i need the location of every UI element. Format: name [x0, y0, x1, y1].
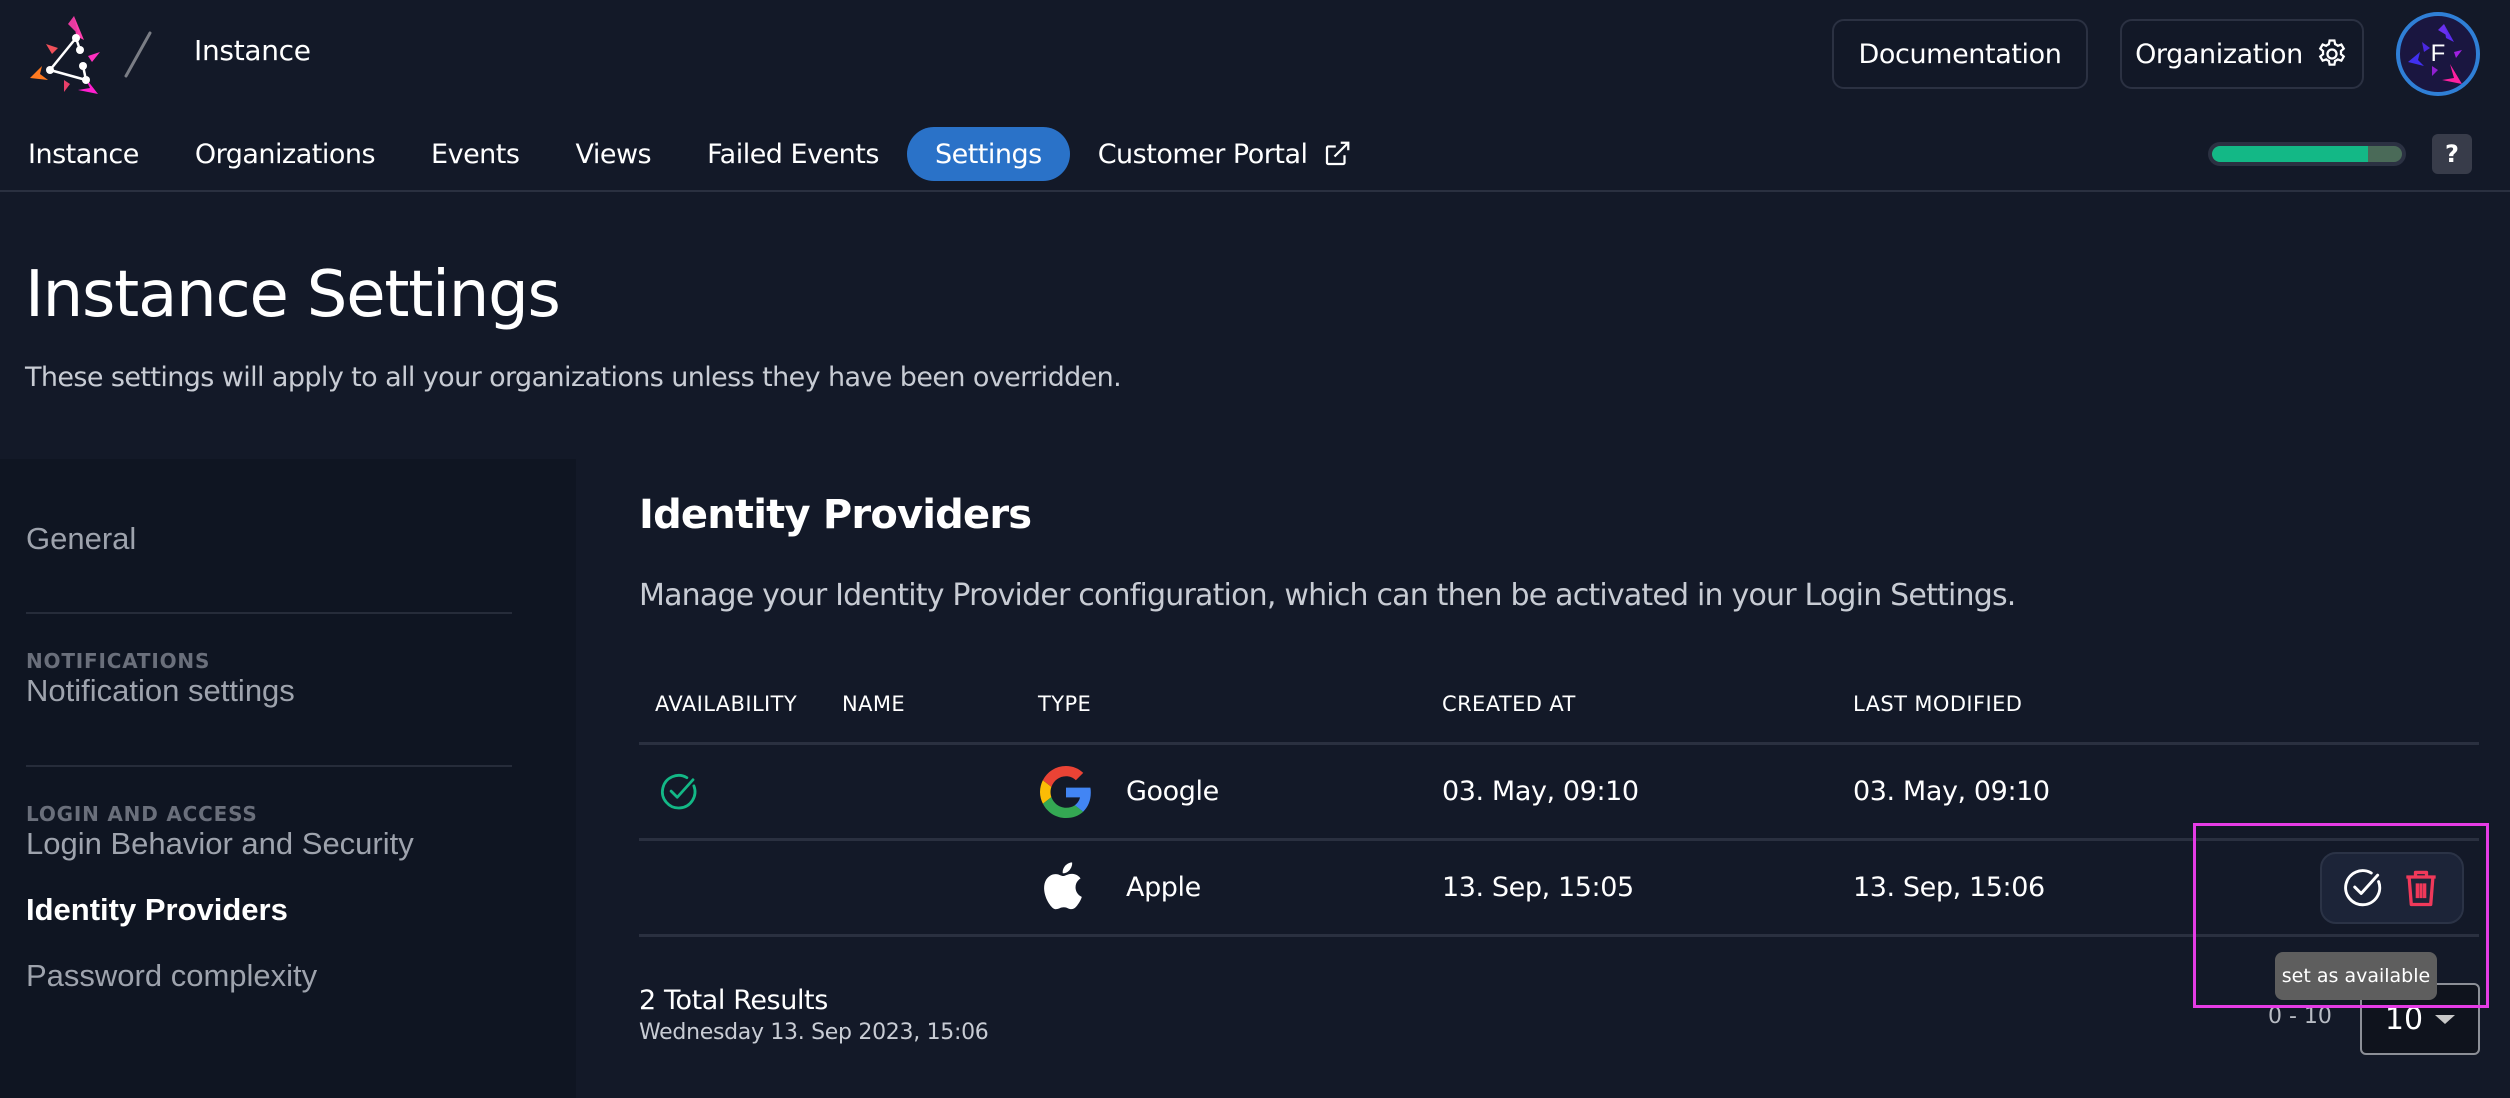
- column-header-name[interactable]: NAME: [842, 692, 905, 716]
- nav-label: Views: [575, 138, 652, 170]
- main-nav: Instance Organizations Events Views Fail…: [0, 126, 1380, 182]
- page-size-value: 10: [2384, 1001, 2424, 1037]
- results-timestamp: Wednesday 13. Sep 2023, 15:06: [639, 1020, 989, 1045]
- sidebar-divider: [26, 612, 512, 614]
- top-header: Instance Documentation Organization F In…: [0, 0, 2510, 192]
- column-header-created-at[interactable]: CREATED AT: [1442, 692, 1576, 716]
- table-row-divider: [639, 838, 2479, 841]
- breadcrumb-instance[interactable]: Instance: [194, 34, 311, 67]
- nav-views[interactable]: Views: [547, 127, 679, 181]
- nav-label: Customer Portal: [1097, 138, 1308, 170]
- available-check-icon: [661, 774, 697, 810]
- nav-settings[interactable]: Settings: [906, 127, 1070, 181]
- sidebar-item-notification-settings[interactable]: Notification settings: [26, 673, 295, 709]
- organization-button[interactable]: Organization: [2120, 19, 2364, 89]
- last-modified: 13. Sep, 15:06: [1853, 872, 2045, 903]
- section-description: Manage your Identity Provider configurat…: [639, 578, 2016, 613]
- tooltip: set as available: [2275, 952, 2437, 1000]
- page-subtitle: These settings will apply to all your or…: [25, 362, 1122, 393]
- row-actions: [2320, 852, 2464, 924]
- sidebar-item-login-behavior[interactable]: Login Behavior and Security: [26, 826, 414, 862]
- sidebar-item-general[interactable]: General: [26, 521, 136, 557]
- gear-icon: [2318, 39, 2346, 66]
- total-results: 2 Total Results: [639, 985, 828, 1016]
- progress-track: [2212, 146, 2402, 162]
- zitadel-logo-icon[interactable]: [26, 14, 108, 96]
- trash-icon: [2406, 870, 2436, 907]
- chevron-down-icon: [2435, 1014, 2456, 1024]
- settings-sidebar: General NOTIFICATIONS Notification setti…: [0, 459, 576, 1098]
- google-icon: [1040, 766, 1091, 818]
- type-label: Google: [1126, 776, 1219, 807]
- page-range: 0 - 10: [2268, 1004, 2332, 1029]
- nav-instance[interactable]: Instance: [0, 127, 167, 181]
- last-modified: 03. May, 09:10: [1853, 776, 2050, 807]
- nav-label: Settings: [934, 138, 1042, 170]
- sidebar-divider: [26, 765, 512, 767]
- created-at: 03. May, 09:10: [1442, 776, 1639, 807]
- check-circle-icon: [2344, 869, 2382, 907]
- delete-button[interactable]: [2399, 866, 2443, 910]
- set-available-button[interactable]: [2341, 866, 2385, 910]
- nav-organizations[interactable]: Organizations: [167, 127, 403, 181]
- nav-label: Failed Events: [707, 138, 879, 170]
- nav-events[interactable]: Events: [403, 127, 547, 181]
- sidebar-section-login-and-access: LOGIN AND ACCESS: [26, 802, 258, 826]
- nav-label: Instance: [28, 138, 139, 170]
- breadcrumb-separator-icon: [124, 31, 152, 78]
- type-label: Apple: [1126, 872, 1201, 903]
- sidebar-item-identity-providers[interactable]: Identity Providers: [26, 892, 288, 928]
- table-row-divider: [639, 934, 2479, 937]
- organization-button-label: Organization: [2135, 38, 2303, 70]
- user-avatar[interactable]: F: [2396, 12, 2480, 96]
- external-link-icon: [1325, 141, 1349, 166]
- column-header-type[interactable]: TYPE: [1038, 692, 1091, 716]
- table-header-divider: [639, 742, 2479, 745]
- created-at: 13. Sep, 15:05: [1442, 872, 1634, 903]
- page-title: Instance Settings: [25, 258, 561, 332]
- help-button[interactable]: ?: [2432, 134, 2472, 174]
- nav-label: Events: [431, 138, 520, 170]
- documentation-button[interactable]: Documentation: [1832, 19, 2088, 89]
- quota-progress-bar[interactable]: [2208, 142, 2406, 166]
- nav-customer-portal[interactable]: Customer Portal: [1070, 127, 1380, 181]
- apple-icon: [1044, 862, 1082, 910]
- avatar-initial: F: [2430, 40, 2446, 67]
- nav-label: Organizations: [194, 138, 376, 170]
- sidebar-item-password-complexity[interactable]: Password complexity: [26, 958, 317, 994]
- column-header-availability[interactable]: AVAILABILITY: [655, 692, 797, 716]
- nav-failed-events[interactable]: Failed Events: [679, 127, 907, 181]
- column-header-last-modified[interactable]: LAST MODIFIED: [1853, 692, 2022, 716]
- sidebar-section-notifications: NOTIFICATIONS: [26, 649, 211, 673]
- progress-fill: [2212, 146, 2368, 162]
- section-title: Identity Providers: [639, 492, 1032, 538]
